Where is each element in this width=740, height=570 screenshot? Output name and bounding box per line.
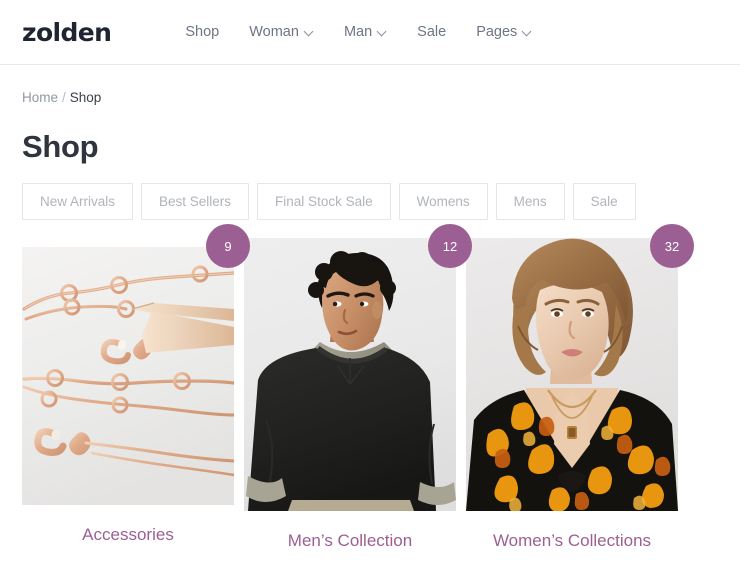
filter-mens[interactable]: Mens	[495, 182, 565, 221]
nav-item-sale[interactable]: Sale	[417, 25, 446, 40]
nav-item-pages[interactable]: Pages	[476, 25, 532, 40]
product-title-mens[interactable]: Men’s Collection	[244, 531, 456, 551]
nav-item-label: Pages	[476, 23, 518, 40]
product-image-accessories	[22, 247, 234, 506]
woman-print-dress-photo-illustration	[466, 238, 678, 512]
filter-best-sellers[interactable]: Best Sellers	[141, 182, 250, 221]
filter-sale[interactable]: Sale	[572, 182, 636, 221]
filter-womens[interactable]: Womens	[398, 182, 488, 221]
product-image-mens	[244, 238, 456, 512]
product-count-badge[interactable]: 12	[428, 224, 472, 269]
nav-item-shop[interactable]: Shop	[185, 25, 219, 40]
filter-final-stock-sale[interactable]: Final Stock Sale	[257, 182, 391, 221]
product-card-womens[interactable]: 32 Women’s Collections	[466, 224, 694, 551]
page-title: Shop	[22, 128, 99, 164]
chevron-down-icon	[305, 27, 314, 36]
nav-item-label: Woman	[249, 23, 299, 40]
breadcrumb-separator: /	[62, 90, 66, 105]
product-title-accessories[interactable]: Accessories	[22, 525, 234, 545]
nav-item-woman[interactable]: Woman	[249, 25, 314, 40]
jewelry-photo-illustration	[22, 247, 234, 506]
brand-logo[interactable]: zolden	[22, 20, 112, 45]
breadcrumb: Home / Shop	[22, 91, 718, 105]
nav-item-label: Sale	[417, 23, 447, 40]
main-navigation: Shop Woman Man Sale Pages	[185, 25, 532, 40]
product-card-mens[interactable]: 12 Men’s Collection	[244, 224, 472, 551]
filter-bar: New Arrivals Best Sellers Final Stock Sa…	[22, 182, 718, 221]
page-body: Home / Shop Shop New Arrivals Best Selle…	[0, 91, 740, 552]
chevron-down-icon	[378, 27, 387, 36]
filter-new-arrivals[interactable]: New Arrivals	[22, 182, 134, 221]
product-grid: 9 Accessories 12 Men’s Collection 32 Wom…	[22, 224, 718, 551]
product-count-badge[interactable]: 32	[650, 224, 694, 269]
product-count-badge[interactable]: 9	[206, 224, 250, 269]
site-header: zolden Shop Woman Man Sale Pages	[0, 0, 740, 65]
nav-item-label: Shop	[185, 23, 220, 40]
chevron-down-icon	[523, 27, 532, 36]
product-title-womens[interactable]: Women’s Collections	[466, 531, 678, 551]
breadcrumb-home-link[interactable]: Home	[22, 91, 58, 105]
product-card-accessories[interactable]: 9 Accessories	[22, 224, 250, 545]
nav-item-label: Man	[343, 23, 373, 40]
breadcrumb-current: Shop	[69, 90, 102, 105]
nav-item-man[interactable]: Man	[344, 25, 387, 40]
man-sweatshirt-photo-illustration	[244, 238, 456, 512]
product-image-womens	[466, 238, 678, 512]
